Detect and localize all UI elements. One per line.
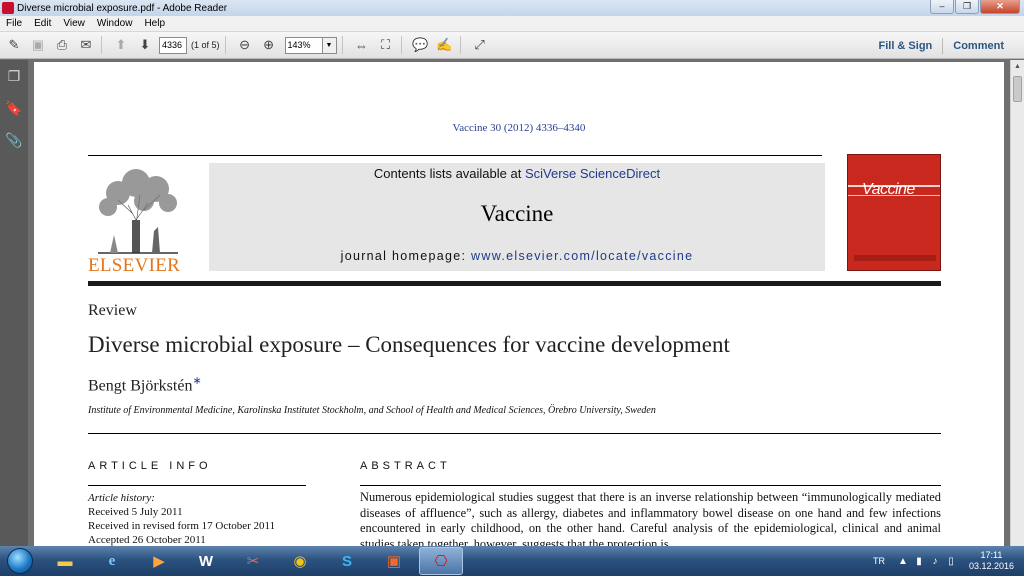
skype-taskbar-icon[interactable]: S xyxy=(325,547,369,575)
elsevier-wordmark: ELSEVIER xyxy=(88,255,181,276)
corresponding-author-mark[interactable]: ∗ xyxy=(192,375,201,387)
network-icon[interactable]: ▮ xyxy=(913,556,925,567)
word-taskbar-icon[interactable]: W xyxy=(184,547,228,575)
chrome-taskbar-icon[interactable]: ◉ xyxy=(278,547,322,575)
fit-page-icon[interactable]: ⛶ xyxy=(376,35,396,55)
minimize-button[interactable]: – xyxy=(930,0,954,14)
scroll-up-icon[interactable]: ▲ xyxy=(1011,60,1024,74)
journal-banner: Contents lists available at SciVerse Sci… xyxy=(209,163,825,271)
previous-page-icon[interactable]: ⬆ xyxy=(111,35,131,55)
menu-edit[interactable]: Edit xyxy=(28,18,57,29)
document-view: Vaccine 30 (2012) 4336–4340 ELSEVIER Con… xyxy=(28,60,1010,546)
page-count: (1 of 5) xyxy=(191,40,220,50)
toolbar: ✎ ▣ ⎙ ✉ ⬆ ⬇ (1 of 5) ⊖ ⊕ ▼ ⇔ ⛶ 💬 ✍ ⤢ Fil… xyxy=(0,32,1024,59)
elsevier-logo: ELSEVIER xyxy=(88,165,188,277)
print-icon[interactable]: ⎙ xyxy=(52,35,72,55)
email-icon[interactable]: ✉ xyxy=(76,35,96,55)
menu-help[interactable]: Help xyxy=(138,18,171,29)
zoom-dropdown-icon[interactable]: ▼ xyxy=(322,36,337,54)
menu-file[interactable]: File xyxy=(0,18,28,29)
start-button[interactable] xyxy=(0,546,40,576)
media-player-taskbar-icon[interactable]: ▶ xyxy=(137,547,181,575)
elsevier-tree-icon xyxy=(88,165,188,255)
zoom-out-icon[interactable]: ⊖ xyxy=(235,35,255,55)
article-info-heading: ARTICLE INFO xyxy=(88,460,212,472)
fit-width-icon[interactable]: ⇔ xyxy=(352,35,372,55)
title-bar: Diverse microbial exposure.pdf - Adobe R… xyxy=(0,0,1024,16)
window-title: Diverse microbial exposure.pdf - Adobe R… xyxy=(17,2,228,14)
history-heading: Article history: xyxy=(88,492,155,504)
taskbar: ▬ e ▶ W ✂ ◉ S ▣ ⎔ TR ▲ ▮ ♪ ▯ 17:11 03.12… xyxy=(0,546,1024,576)
cover-title: Vaccine xyxy=(862,181,915,198)
article-title: Diverse microbial exposure – Consequence… xyxy=(88,332,730,357)
clock-date: 03.12.2016 xyxy=(968,561,1014,571)
bookmarks-icon[interactable]: 🔖 xyxy=(0,92,28,124)
adobe-reader-icon xyxy=(2,2,14,14)
system-tray: TR ▲ ▮ ♪ ▯ 17:11 03.12.2016 xyxy=(873,546,1014,576)
scroll-thumb[interactable] xyxy=(1013,76,1022,102)
fill-sign-button[interactable]: Fill & Sign xyxy=(868,40,942,52)
language-indicator[interactable]: TR xyxy=(873,556,885,566)
vertical-scrollbar[interactable]: ▲ xyxy=(1010,60,1024,546)
page-number-input[interactable] xyxy=(159,36,187,54)
tray-expand-icon[interactable]: ▲ xyxy=(897,556,909,567)
history-received: Received 5 July 2011 xyxy=(88,506,183,518)
author-name: Bengt Björkstén xyxy=(88,377,193,395)
snipping-tool-taskbar-icon[interactable]: ✂ xyxy=(231,547,275,575)
adobe-reader-taskbar-icon[interactable]: ⎔ xyxy=(419,547,463,575)
menu-window[interactable]: Window xyxy=(91,18,139,29)
explorer-taskbar-icon[interactable]: ▬ xyxy=(43,547,87,575)
pdf-page: Vaccine 30 (2012) 4336–4340 ELSEVIER Con… xyxy=(34,62,1004,546)
navigation-pane: ❐ 🔖 📎 xyxy=(0,60,28,546)
save-icon[interactable]: ▣ xyxy=(28,35,48,55)
history-accepted: Accepted 26 October 2011 xyxy=(88,534,206,546)
presentation-taskbar-icon[interactable]: ▣ xyxy=(372,547,416,575)
journal-name: Vaccine xyxy=(480,201,554,226)
comment-button[interactable]: Comment xyxy=(943,40,1014,52)
volume-icon[interactable]: ♪ xyxy=(929,556,941,567)
zoom-input[interactable] xyxy=(284,36,323,54)
author-line: Bengt Björkstén∗ xyxy=(88,374,202,395)
sciencedirect-link[interactable]: SciVerse ScienceDirect xyxy=(525,166,660,181)
running-head: Vaccine 30 (2012) 4336–4340 xyxy=(452,122,586,134)
menu-view[interactable]: View xyxy=(57,18,91,29)
menu-bar: File Edit View Window Help xyxy=(0,16,1024,32)
create-pdf-icon[interactable]: ✎ xyxy=(4,35,24,55)
maximize-button[interactable]: ❐ xyxy=(955,0,979,14)
abstract-text: Numerous epidemiological studies suggest… xyxy=(360,490,941,546)
next-page-icon[interactable]: ⬇ xyxy=(135,35,155,55)
attachments-icon[interactable]: 📎 xyxy=(0,124,28,156)
article-history: Article history: Received 5 July 2011 Re… xyxy=(88,491,275,546)
contents-prefix: Contents lists available at xyxy=(373,166,525,181)
journal-cover: Vaccine xyxy=(847,154,941,271)
sticky-note-icon[interactable]: 💬 xyxy=(411,35,431,55)
clock[interactable]: 17:11 03.12.2016 xyxy=(969,550,1014,572)
homepage-link[interactable]: www.elsevier.com/locate/vaccine xyxy=(471,249,693,263)
clock-time: 17:11 xyxy=(980,550,1003,560)
zoom-in-icon[interactable]: ⊕ xyxy=(259,35,279,55)
article-type: Review xyxy=(88,302,137,319)
page-thumbnails-icon[interactable]: ❐ xyxy=(0,60,28,92)
close-button[interactable]: ✕ xyxy=(980,0,1020,14)
battery-icon[interactable]: ▯ xyxy=(945,556,957,567)
full-screen-icon[interactable]: ⤢ xyxy=(470,35,490,55)
abstract-heading: ABSTRACT xyxy=(360,460,451,472)
history-revised: Received in revised form 17 October 2011 xyxy=(88,520,276,532)
highlight-icon[interactable]: ✍ xyxy=(435,35,455,55)
internet-explorer-taskbar-icon[interactable]: e xyxy=(90,547,134,575)
affiliation: Institute of Environmental Medicine, Kar… xyxy=(88,405,656,416)
homepage-prefix: journal homepage: xyxy=(340,249,472,263)
windows-orb-icon xyxy=(7,548,33,574)
